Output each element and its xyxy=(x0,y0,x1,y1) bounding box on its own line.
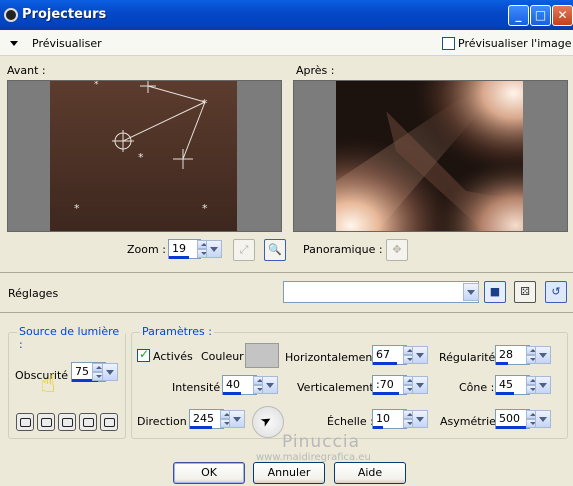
after-preview-image xyxy=(336,81,523,231)
svg-text:*: * xyxy=(74,202,80,215)
watermark-name: Pinuccia xyxy=(282,432,360,452)
save-icon: ■ xyxy=(489,285,501,298)
light-source-title: Source de lumière : xyxy=(17,325,125,351)
scale-dropdown[interactable] xyxy=(412,410,428,428)
close-button[interactable]: ✕ xyxy=(552,5,573,26)
horizontal-input[interactable]: 67 xyxy=(372,345,407,365)
scale-label: Échelle : xyxy=(327,415,374,428)
collapse-triangle-icon[interactable] xyxy=(10,41,18,46)
cancel-button[interactable]: Annuler xyxy=(253,462,325,484)
cone-label: Cône : xyxy=(459,381,495,394)
preview-toggle-label[interactable]: Prévisualiser xyxy=(32,37,102,50)
preview-bar: Prévisualiser Prévisualiser l'image xyxy=(0,30,573,56)
ok-button[interactable]: OK xyxy=(173,462,245,484)
preset-dropdown-arrow[interactable] xyxy=(463,283,479,301)
maximize-icon: □ xyxy=(534,8,547,22)
direction-dial[interactable]: ➤ xyxy=(252,406,284,438)
vertical-label: Verticalement : xyxy=(297,381,381,394)
checkmark-icon: ✓ xyxy=(139,347,150,361)
svg-text:*: * xyxy=(138,151,144,164)
svg-text:*: * xyxy=(202,97,208,110)
help-button[interactable]: Aide xyxy=(334,462,406,484)
color-swatch[interactable] xyxy=(245,343,279,368)
close-icon: ✕ xyxy=(557,8,568,22)
cone-input[interactable]: 45 xyxy=(495,375,530,395)
intensity-label: Intensité : xyxy=(172,381,228,394)
active-checkbox[interactable]: ✓ xyxy=(137,347,150,362)
horizontal-dropdown[interactable] xyxy=(412,346,428,364)
cone-dropdown[interactable] xyxy=(535,376,551,394)
move-icon: ✥ xyxy=(392,243,402,256)
asymmetry-dropdown[interactable] xyxy=(535,410,551,428)
asymmetry-input[interactable]: 500 xyxy=(495,409,530,429)
light-mode-1-button[interactable] xyxy=(16,413,34,431)
after-preview xyxy=(293,80,568,232)
preview-image-label[interactable]: Prévisualiser l'image xyxy=(458,37,571,50)
intensity-input[interactable]: 40 xyxy=(222,375,257,395)
pan-button[interactable]: ✥ xyxy=(386,239,408,261)
direction-input[interactable]: 245 xyxy=(189,409,224,429)
zoom-actual-button[interactable]: 🔍 xyxy=(264,239,286,261)
minimize-button[interactable]: _ xyxy=(508,5,529,26)
reset-button[interactable]: ↺ xyxy=(545,281,567,303)
pointing-hand-icon: ☝ xyxy=(40,369,56,399)
vertical-input[interactable]: :70 xyxy=(372,375,407,395)
vertical-dropdown[interactable] xyxy=(412,376,428,394)
before-preview[interactable]: * * * * * xyxy=(7,80,282,232)
random-button[interactable]: ⚄ xyxy=(514,281,536,303)
after-label: Après : xyxy=(296,64,335,77)
app-icon xyxy=(4,8,18,22)
horizontal-label: Horizontalement : xyxy=(285,351,384,364)
settings-label: Réglages xyxy=(8,287,59,300)
zoom-fit-icon: ⤢ xyxy=(239,243,249,256)
minimize-icon: _ xyxy=(515,8,522,22)
darkness-dropdown[interactable] xyxy=(102,363,118,381)
divider-bottom xyxy=(0,312,573,313)
direction-label: Direction : xyxy=(137,415,194,428)
direction-dropdown[interactable] xyxy=(229,410,245,428)
parameters-title: Paramètres : xyxy=(140,325,214,338)
zoom-label: Zoom : xyxy=(127,243,166,256)
scale-input[interactable]: 10 xyxy=(372,409,407,429)
light-mode-3-button[interactable] xyxy=(58,413,76,431)
title-bar: Projecteurs _ □ ✕ xyxy=(0,0,573,30)
light-mode-4-button[interactable] xyxy=(79,413,97,431)
zoom-dropdown[interactable] xyxy=(206,240,222,258)
divider-top xyxy=(0,272,573,273)
svg-text:*: * xyxy=(94,81,99,90)
magnifier-icon: 🔍 xyxy=(268,243,282,256)
zoom-fit-button[interactable]: ⤢ xyxy=(233,239,255,261)
preview-image-checkbox[interactable] xyxy=(442,37,455,50)
regularity-input[interactable]: 28 xyxy=(495,345,530,365)
regularity-dropdown[interactable] xyxy=(535,346,551,364)
light-mode-2-button[interactable] xyxy=(37,413,55,431)
svg-text:*: * xyxy=(202,202,208,215)
before-preview-image[interactable]: * * * * * xyxy=(50,81,237,232)
asymmetry-label: Asymétrie : xyxy=(440,415,504,428)
regularity-label: Régularité : xyxy=(439,351,503,364)
window-title: Projecteurs xyxy=(22,7,107,22)
intensity-dropdown[interactable] xyxy=(262,376,278,394)
dial-pointer-icon: ➤ xyxy=(257,412,275,431)
dice-icon: ⚄ xyxy=(520,285,530,298)
color-label: Couleur : xyxy=(201,350,251,363)
before-label: Avant : xyxy=(7,64,46,77)
maximize-button[interactable]: □ xyxy=(530,5,551,26)
pan-label: Panoramique : xyxy=(303,243,383,256)
preset-dropdown[interactable] xyxy=(283,281,479,303)
active-label[interactable]: Activés xyxy=(153,350,193,363)
light-mode-5-button[interactable] xyxy=(100,413,118,431)
reset-arrow-icon: ↺ xyxy=(551,285,561,298)
save-preset-button[interactable]: ■ xyxy=(484,281,506,303)
